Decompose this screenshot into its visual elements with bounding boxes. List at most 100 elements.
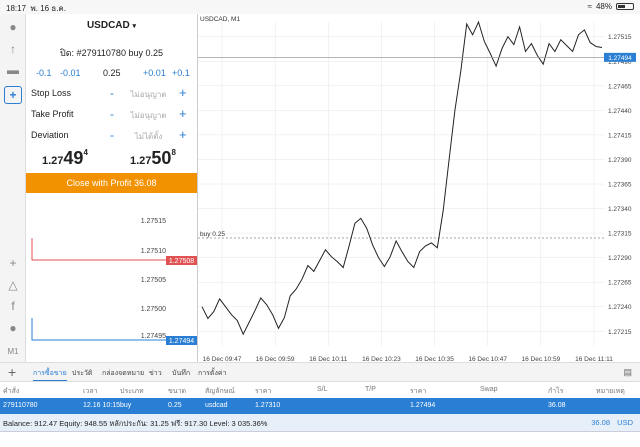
column-header[interactable]: ขนาด <box>168 386 186 397</box>
deviation-label: Deviation <box>31 130 69 140</box>
volume-plus-0.1[interactable]: +0.1 <box>172 68 190 78</box>
y-tick-label: 1.27290 <box>608 255 632 262</box>
tab-mailbox[interactable]: กล่องจดหมาย <box>102 368 144 379</box>
column-header[interactable]: Swap <box>480 386 498 393</box>
volume-plus-0.01[interactable]: +0.01 <box>143 68 166 78</box>
table-cell: buy <box>120 402 132 409</box>
summary-profit: 36.08 <box>591 418 610 427</box>
y-tick-label: 1.27265 <box>608 280 632 287</box>
battery-percent: 48% <box>595 2 612 11</box>
y-tick-label: 1.27515 <box>608 34 632 41</box>
deviation-plus-button[interactable]: + <box>179 127 187 142</box>
ask-badge-label: 1.27508 <box>169 258 194 265</box>
y-tick-label: 1.27415 <box>608 132 632 139</box>
account-summary: Balance: 912.47 Equity: 948.55 หลักประกั… <box>0 414 640 432</box>
ladder-tick-label: 1.27500 <box>141 306 166 313</box>
order-line: ปิด: #279110780 buy 0.25 <box>60 48 163 58</box>
column-header[interactable]: กำไร <box>548 386 563 397</box>
summary-currency: USD <box>617 418 633 427</box>
status-bar: 18:17 พ. 16 ธ.ค. ≈ 48% <box>0 0 640 14</box>
ladder-tick-label: 1.27495 <box>141 333 166 340</box>
ask-price: 1.27508 <box>130 148 176 168</box>
timeframe-icon[interactable]: M1 <box>4 342 22 360</box>
table-cell: 1.27494 <box>410 402 436 409</box>
ladder-tick-label: 1.27510 <box>141 248 166 255</box>
table-row[interactable]: 279110780 12.16 10:15 buy 0.25 usdcad 1.27310… <box>0 398 640 414</box>
volume-minus-0.01[interactable]: -0.01 <box>60 68 81 78</box>
column-header[interactable]: หมายเหตุ <box>596 386 625 397</box>
indicators-icon[interactable]: f <box>4 297 22 315</box>
stop-loss-minus-button[interactable]: - <box>110 86 114 100</box>
take-profit-input[interactable]: ไม่อนุญาต <box>126 109 171 122</box>
table-cell: 36.08 <box>548 402 566 409</box>
bid-price-badge-label: 1.27494 <box>608 55 632 62</box>
take-profit-minus-button[interactable]: - <box>110 107 114 121</box>
buy-level-label: buy 0.25 <box>200 231 225 238</box>
table-cell: 12.16 10:15 <box>83 402 120 409</box>
column-header[interactable]: T/P <box>365 386 376 393</box>
panel-toggle-icon[interactable]: ▤ <box>623 367 632 378</box>
close-with-profit-button[interactable]: Close with Profit 36.08 <box>26 173 197 193</box>
tab-settings[interactable]: การตั้งค่า <box>198 368 227 379</box>
take-profit-plus-button[interactable]: + <box>179 106 187 121</box>
column-header[interactable]: สัญลักษณ์ <box>205 386 235 397</box>
tab-news[interactable]: ข่าว <box>149 368 162 379</box>
deviation-row: Deviation - ไม่ได้ตั้ง + <box>26 127 197 144</box>
volume-minus-0.1[interactable]: -0.1 <box>36 68 52 78</box>
depth-ladder: 1.27515 1.27510 1.27505 1.27500 1.27495 1.275… <box>31 218 197 345</box>
tab-trade[interactable]: การซื้อขาย <box>33 368 67 381</box>
column-header[interactable]: เวลา <box>83 386 98 397</box>
drawing-icon[interactable]: △ <box>4 276 22 294</box>
y-tick-label: 1.27465 <box>608 83 632 90</box>
y-tick-label: 1.27440 <box>608 108 632 115</box>
chevron-down-icon: ▾ <box>132 23 137 30</box>
table-cell: 1.27310 <box>255 402 281 409</box>
volume-stepper: -0.1 -0.01 0.25 +0.01 +0.1 <box>26 68 197 82</box>
wifi-icon: ≈ <box>587 2 592 11</box>
take-profit-row: Take Profit - ไม่อนุญาต + <box>26 106 197 123</box>
terminal-tabs: + การซื้อขาย ประวัติ กล่องจดหมาย ข่าว บั… <box>0 362 640 382</box>
chart-title: USDCAD, M1 <box>200 16 240 23</box>
column-header[interactable]: คำสั่ง <box>3 386 19 397</box>
quotes-icon[interactable]: ● <box>4 18 22 36</box>
table-cell: 0.25 <box>168 402 182 409</box>
y-tick-label: 1.27215 <box>608 329 632 336</box>
y-tick-label: 1.27390 <box>608 157 632 164</box>
price-series-line <box>201 20 603 336</box>
stop-loss-plus-button[interactable]: + <box>179 85 187 100</box>
deviation-minus-button[interactable]: - <box>110 128 114 142</box>
symbol-selector[interactable]: USDCAD ▾ <box>26 20 197 31</box>
volume-value[interactable]: 0.25 <box>103 68 121 78</box>
table-header: คำสั่ง เวลา ประเภท ขนาด สัญลักษณ์ ราคา S/L T/P ร… <box>0 382 640 398</box>
bid-badge-label: 1.27494 <box>169 338 194 345</box>
column-header[interactable]: ราคา <box>410 386 426 397</box>
deviation-input[interactable]: ไม่ได้ตั้ง <box>126 130 171 143</box>
order-panel: USDCAD ▾ ปิด: #279110780 buy 0.25 -0.1 -… <box>26 14 197 194</box>
battery-icon <box>616 3 634 10</box>
stop-loss-input[interactable]: ไม่อนุญาต <box>126 88 171 101</box>
ladder-tick-label: 1.27515 <box>141 218 166 225</box>
y-tick-label: 1.27315 <box>608 231 632 238</box>
chat-icon[interactable]: ▬ <box>4 61 22 79</box>
tab-history[interactable]: ประวัติ <box>72 368 92 379</box>
column-header[interactable]: S/L <box>317 386 328 393</box>
charts-icon[interactable]: ↑ <box>4 40 22 58</box>
take-profit-label: Take Profit <box>31 109 74 119</box>
new-order-icon[interactable]: + <box>4 86 22 104</box>
tab-journal[interactable]: บันทึก <box>172 368 190 379</box>
y-tick-label: 1.27240 <box>608 304 632 311</box>
stop-loss-label: Stop Loss <box>31 88 72 98</box>
summary-text: Balance: 912.47 Equity: 948.55 หลักประกั… <box>3 419 268 428</box>
price-chart[interactable]: 1.275151.274901.274651.274401.274151.273… <box>198 14 640 362</box>
table-cell: usdcad <box>205 402 228 409</box>
y-tick-label: 1.27365 <box>608 182 632 189</box>
y-tick-label: 1.27340 <box>608 206 632 213</box>
column-header[interactable]: ประเภท <box>120 386 144 397</box>
objects-icon[interactable]: ● <box>4 319 22 337</box>
column-header[interactable]: ราคา <box>255 386 271 397</box>
add-icon[interactable]: + <box>8 364 16 380</box>
crosshair-icon[interactable]: + <box>4 254 22 272</box>
table-cell: 279110780 <box>3 402 38 409</box>
stop-loss-row: Stop Loss - ไม่อนุญาต + <box>26 85 197 102</box>
ladder-tick-label: 1.27505 <box>141 277 166 284</box>
